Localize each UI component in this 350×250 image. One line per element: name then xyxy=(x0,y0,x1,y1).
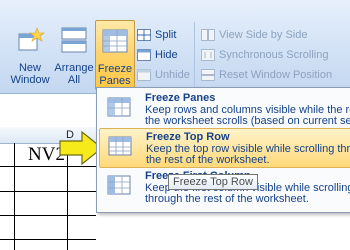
freeze-panes-icon xyxy=(102,29,128,53)
arrange-all-label-1: Arrange xyxy=(54,62,94,74)
arrange-all-label-2: All xyxy=(67,74,81,86)
menu-item-freeze-panes[interactable]: Freeze Panes Keep rows and columns visib… xyxy=(99,90,350,128)
freeze-first-column-icon xyxy=(107,175,131,195)
menu-item-title: Freeze Top Row xyxy=(146,131,230,143)
unhide-label: Unhide xyxy=(155,69,190,81)
freeze-panes-label-1: Freeze xyxy=(97,63,133,75)
freeze-panes-icon xyxy=(107,97,131,117)
menu-item-description: Keep the top row visible while scrolling… xyxy=(146,144,350,166)
arrange-all-button[interactable]: Arrange All xyxy=(52,18,96,88)
ribbon-window-group: NewWindow ArrangeAll FreezePanes ▾ Split… xyxy=(0,0,350,99)
reset-window-position-icon xyxy=(201,69,215,81)
freeze-top-row-icon xyxy=(108,136,132,156)
ribbon-separator xyxy=(194,22,195,88)
new-window-label-2: Window xyxy=(10,74,50,86)
column-header-c[interactable] xyxy=(0,127,45,144)
reset-window-position-label: Reset Window Position xyxy=(219,69,333,81)
menu-item-desc-line: the worksheet scrolls (based on current … xyxy=(145,115,350,127)
unhide-window-icon xyxy=(137,69,151,81)
hide-label: Hide xyxy=(155,49,178,61)
tooltip: Freeze Top Row xyxy=(168,174,258,190)
arrange-all-icon xyxy=(61,27,87,53)
menu-item-freeze-top-row[interactable]: Freeze Top Row Keep the top row visible … xyxy=(99,128,350,168)
freeze-panes-button[interactable]: FreezePanes ▾ xyxy=(95,20,135,99)
view-side-by-side-label: View Side by Side xyxy=(219,29,308,41)
split-icon xyxy=(137,29,151,41)
menu-item-title: Freeze Panes xyxy=(145,92,216,104)
hide-window-icon xyxy=(137,49,151,61)
menu-item-desc-line: the rest of the worksheet. xyxy=(146,154,270,166)
synchronous-scrolling-icon xyxy=(201,49,215,61)
synchronous-scrolling-label: Synchronous Scrolling xyxy=(219,49,329,61)
menu-item-description: Keep rows and columns visible while the … xyxy=(145,105,350,127)
new-window-button[interactable]: New Window xyxy=(6,18,54,88)
freeze-panes-menu: Freeze Panes Keep rows and columns visib… xyxy=(96,87,350,213)
split-label: Split xyxy=(155,29,177,41)
new-window-icon xyxy=(18,27,45,51)
grid-border xyxy=(14,143,15,250)
new-window-label-1: New xyxy=(18,62,41,74)
menu-item-desc-line: through the rest of the worksheet. xyxy=(145,193,309,205)
side-by-side-icon xyxy=(201,29,215,41)
freeze-panes-label-2: Panes xyxy=(99,75,131,87)
